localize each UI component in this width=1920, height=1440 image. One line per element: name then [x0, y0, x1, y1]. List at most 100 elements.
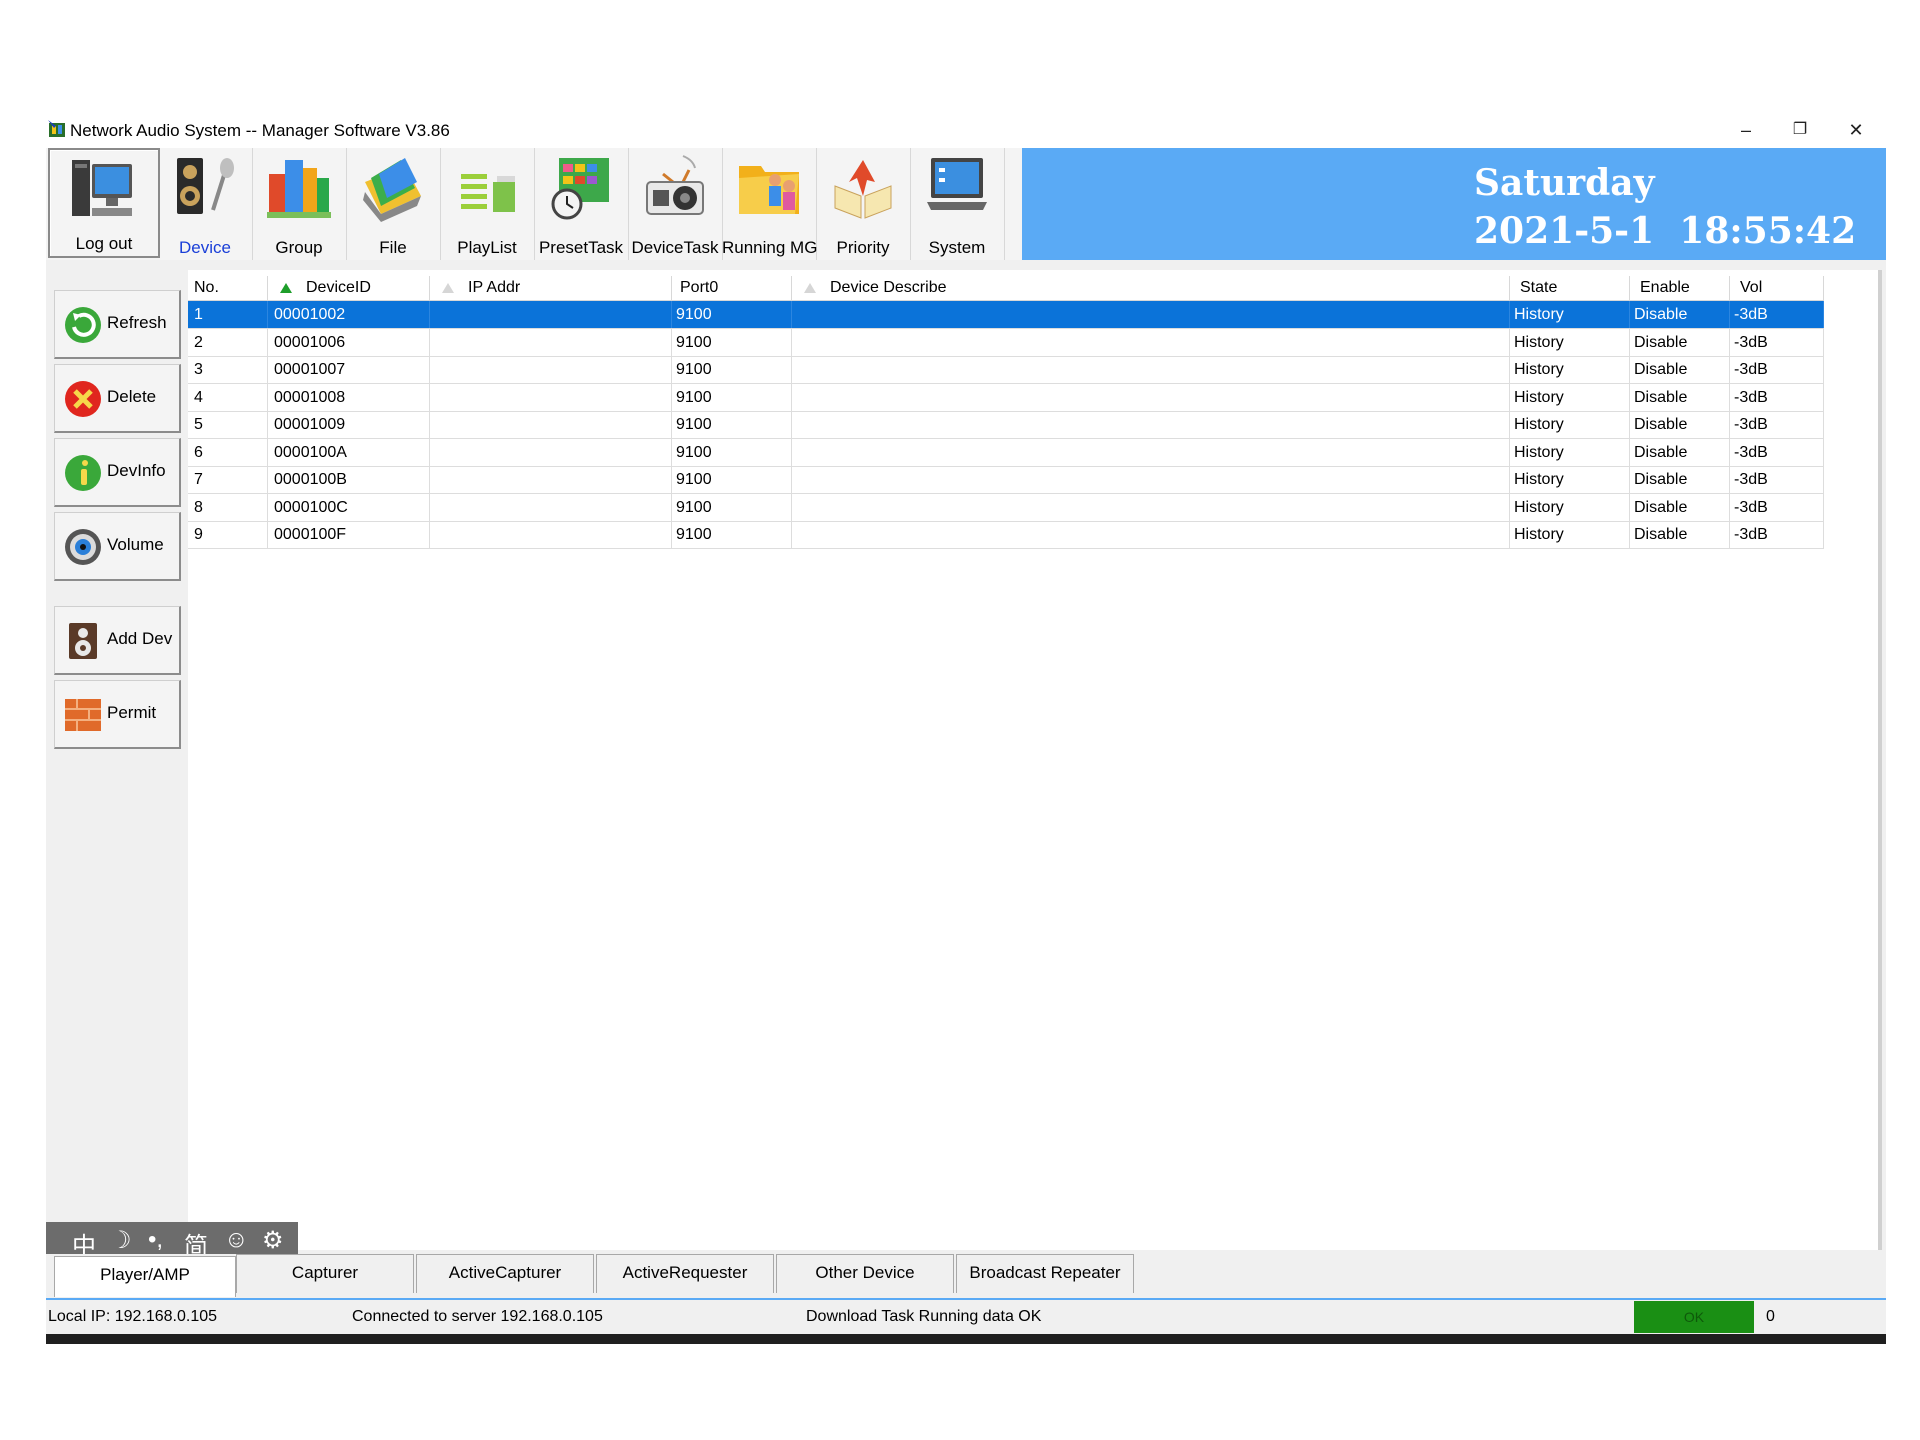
settings-gear-icon[interactable]: ⚙	[262, 1226, 284, 1255]
cell-describe	[792, 466, 1510, 493]
cell-describe	[792, 328, 1510, 356]
cell-ipaddr	[430, 411, 672, 438]
cell-describe	[792, 411, 1510, 438]
table-row[interactable]: 2 00001006 9100 History Disable -3dB	[188, 328, 1824, 357]
sort-icon	[442, 282, 454, 293]
cell-ipaddr	[430, 301, 672, 328]
buildings-icon	[267, 160, 331, 218]
cell-state: History	[1510, 438, 1630, 466]
toolbar-logout-button[interactable]: Log out	[48, 148, 160, 258]
cell-port0: 9100	[672, 383, 792, 411]
cell-enable: Disable	[1630, 301, 1730, 328]
cell-describe	[792, 438, 1510, 466]
column-header-state[interactable]: State	[1510, 276, 1630, 300]
cell-port0: 9100	[672, 328, 792, 356]
cell-deviceid: 0000100C	[268, 493, 430, 521]
cell-vol: -3dB	[1730, 521, 1824, 548]
table-row[interactable]: 4 00001008 9100 History Disable -3dB	[188, 383, 1824, 412]
taskbar-strip	[46, 1334, 1886, 1344]
column-header-describe[interactable]: Device Describe	[792, 276, 1510, 300]
cell-ipaddr	[430, 356, 672, 383]
permit-label: Permit	[107, 703, 157, 722]
cell-vol: -3dB	[1730, 411, 1824, 438]
cell-state: History	[1510, 411, 1630, 438]
toolbar-presettask-button[interactable]: PresetTask	[534, 148, 629, 260]
cell-vol: -3dB	[1730, 466, 1824, 493]
cell-state: History	[1510, 466, 1630, 493]
cell-describe	[792, 493, 1510, 521]
delete-label: Delete	[107, 387, 157, 406]
minimize-button[interactable]: –	[1726, 116, 1766, 144]
cell-ipaddr	[430, 466, 672, 493]
column-header-ipaddr[interactable]: IP Addr	[430, 276, 672, 300]
toolbar-runningmg-button[interactable]: Running MG	[722, 148, 817, 260]
tab-active-requester[interactable]: ActiveRequester	[596, 1254, 774, 1293]
tab-active-capturer[interactable]: ActiveCapturer	[416, 1254, 594, 1293]
tab-player-amp[interactable]: Player/AMP	[54, 1256, 236, 1297]
tab-other-device[interactable]: Other Device	[776, 1254, 954, 1293]
table-row[interactable]: 3 00001007 9100 History Disable -3dB	[188, 356, 1824, 384]
cell-no: 2	[188, 328, 268, 356]
refresh-button[interactable]: Refresh	[54, 290, 181, 359]
toolbar-device-button[interactable]: Device	[158, 148, 253, 260]
column-header-enable[interactable]: Enable	[1630, 276, 1730, 300]
speaker-mic-icon	[177, 158, 234, 214]
delete-button[interactable]: Delete	[54, 364, 181, 433]
local-ip-text: Local IP: 192.168.0.105	[48, 1308, 218, 1325]
playlist-icon	[461, 174, 515, 212]
cell-no: 5	[188, 411, 268, 438]
toolbar-system-button[interactable]: System	[910, 148, 1005, 260]
cell-vol: -3dB	[1730, 493, 1824, 521]
toolbar-label: Priority	[836, 238, 890, 257]
table-row[interactable]: 7 0000100B 9100 History Disable -3dB	[188, 466, 1824, 494]
datetime-text: 2021-5-1 18:55:42	[1474, 210, 1856, 252]
toolbar-label: DeviceTask	[631, 238, 719, 257]
cell-port0: 9100	[672, 493, 792, 521]
cell-describe	[792, 383, 1510, 411]
toolbar-devicetask-button[interactable]: DeviceTask	[628, 148, 723, 260]
column-header-deviceid[interactable]: DeviceID	[268, 276, 430, 300]
table-row[interactable]: 6 0000100A 9100 History Disable -3dB	[188, 438, 1824, 467]
cell-enable: Disable	[1630, 411, 1730, 438]
table-row[interactable]: 5 00001009 9100 History Disable -3dB	[188, 411, 1824, 439]
column-header-vol[interactable]: Vol	[1730, 276, 1824, 300]
tab-capturer[interactable]: Capturer	[236, 1254, 414, 1293]
cell-no: 8	[188, 493, 268, 521]
cell-ipaddr	[430, 521, 672, 548]
ime-toolbar: 中 ☽ •, 简 ☺ ⚙	[46, 1222, 298, 1260]
cell-deviceid: 0000100B	[268, 466, 430, 493]
column-header-port0[interactable]: Port0	[672, 276, 792, 300]
punctuation-icon[interactable]: •,	[148, 1226, 163, 1254]
computer-icon	[72, 160, 132, 216]
toolbar-file-button[interactable]: File	[346, 148, 441, 260]
cell-vol: -3dB	[1730, 356, 1824, 383]
tab-broadcast-repeater[interactable]: Broadcast Repeater	[956, 1254, 1134, 1293]
table-row[interactable]: 9 0000100F 9100 History Disable -3dB	[188, 521, 1824, 549]
info-icon	[65, 455, 101, 491]
emoji-icon[interactable]: ☺	[224, 1226, 249, 1254]
toolbar-playlist-button[interactable]: PlayList	[440, 148, 535, 260]
table-row[interactable]: 8 0000100C 9100 History Disable -3dB	[188, 493, 1824, 522]
cell-state: History	[1510, 301, 1630, 328]
volume-button[interactable]: Volume	[54, 512, 181, 581]
cell-port0: 9100	[672, 301, 792, 328]
volume-icon	[65, 529, 101, 565]
toolbar-group-button[interactable]: Group	[252, 148, 347, 260]
cell-enable: Disable	[1630, 356, 1730, 383]
column-header-no[interactable]: No.	[188, 276, 268, 300]
moon-icon[interactable]: ☽	[110, 1226, 132, 1255]
permit-button[interactable]: Permit	[54, 680, 181, 749]
column-header-label: Device Describe	[830, 279, 947, 296]
restore-button[interactable]: ❐	[1780, 116, 1820, 144]
cell-state: History	[1510, 383, 1630, 411]
toolbar-label: Log out	[75, 234, 133, 253]
device-table: No. DeviceID IP Addr Port0 Device Descri…	[188, 270, 1882, 1250]
close-button[interactable]: ✕	[1836, 116, 1876, 144]
table-row[interactable]: 1 00001002 9100 History Disable -3dB	[188, 301, 1824, 329]
devinfo-button[interactable]: DevInfo	[54, 438, 181, 507]
toolbar-priority-button[interactable]: Priority	[816, 148, 911, 260]
add-device-button[interactable]: Add Dev	[54, 606, 181, 675]
cell-vol: -3dB	[1730, 383, 1824, 411]
toolbar-label: PresetTask	[538, 238, 624, 257]
cell-port0: 9100	[672, 438, 792, 466]
